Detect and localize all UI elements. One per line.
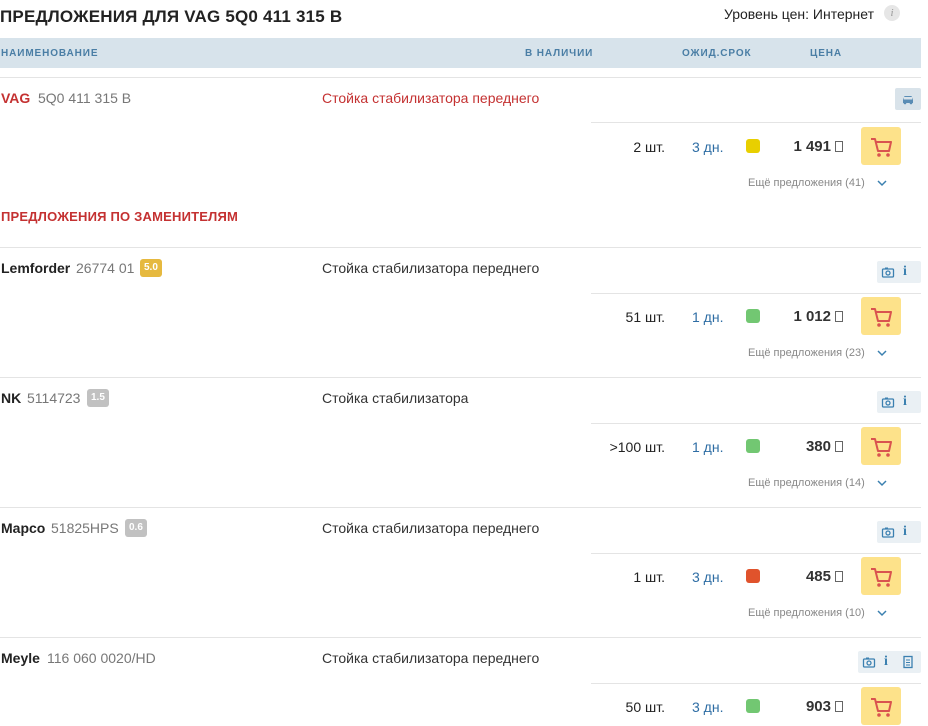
product-brand[interactable]: NK [1, 390, 21, 406]
more-offers-link[interactable]: Ещё предложения (14) [748, 477, 865, 489]
offer-row: 51 шт. 1 дн. 1 012 Ещё предложения (23) [591, 295, 921, 359]
product-description: Стойка стабилизатора переднего [322, 520, 540, 536]
offer-delivery-days: 3 дн. [692, 699, 724, 715]
offer-quantity: >100 шт. [609, 439, 665, 455]
column-name-header[interactable]: НАИМЕНОВАНИЕ [1, 48, 98, 59]
product-brand[interactable]: Meyle [1, 650, 40, 666]
product-article[interactable]: 26774 01 [76, 260, 134, 276]
offer-price: 1 491 [793, 138, 831, 155]
product-description: Стойка стабилизатора [322, 390, 469, 406]
product-tools: i [877, 521, 921, 543]
car-icon[interactable] [901, 92, 915, 106]
ruble-icon [835, 311, 843, 322]
offer-delivery-days: 3 дн. [692, 139, 724, 155]
section-title-substitutes: ПРЕДЛОЖЕНИЯ ПО ЗАМЕНИТЕЛЯМ [1, 209, 239, 224]
product-article[interactable]: 51825HPS [51, 520, 119, 536]
ruble-icon [835, 571, 843, 582]
page-title: ПРЕДЛОЖЕНИЯ ДЛЯ VAG 5Q0 411 315 B [0, 7, 343, 26]
offer-divider [591, 683, 921, 684]
product-brand[interactable]: Lemforder [1, 260, 70, 276]
product-tools: i [858, 651, 921, 673]
ruble-icon [835, 441, 843, 452]
cart-icon [871, 308, 892, 327]
chevron-down-icon[interactable] [875, 346, 889, 360]
column-stock-header[interactable]: В НАЛИЧИИ [525, 48, 593, 59]
camera-icon[interactable] [881, 265, 895, 279]
offer-divider [591, 553, 921, 554]
offer-quantity: 51 шт. [625, 309, 665, 325]
info-icon[interactable]: i [903, 261, 907, 283]
offer-row: 50 шт. 3 дн. 903 [591, 685, 921, 726]
stock-status-indicator [746, 309, 760, 323]
offer-divider [591, 122, 921, 123]
table-header: НАИМЕНОВАНИЕ В НАЛИЧИИ ОЖИД.СРОК ЦЕНА [0, 38, 921, 68]
product-article[interactable]: 116 060 0020/HD [47, 650, 156, 666]
product-tools [895, 88, 921, 110]
more-offers-link[interactable]: Ещё предложения (10) [748, 607, 865, 619]
price-level-selector[interactable]: Уровень цен: Интернет [724, 6, 874, 22]
stock-status-indicator [746, 569, 760, 583]
add-to-cart-button[interactable] [861, 557, 901, 595]
product-brand[interactable]: VAG [1, 90, 30, 106]
camera-icon[interactable] [881, 525, 895, 539]
page-header: ПРЕДЛОЖЕНИЯ ДЛЯ VAG 5Q0 411 315 B Уровен… [0, 0, 928, 38]
add-to-cart-button[interactable] [861, 297, 901, 335]
column-wait-header[interactable]: ОЖИД.СРОК [682, 48, 752, 59]
offer-row: 2 шт. 3 дн. 1 491 Ещё предложения (41) [591, 125, 921, 189]
product-description: Стойка стабилизатора переднего [322, 650, 540, 666]
product-description: Стойка стабилизатора переднего [322, 90, 540, 106]
add-to-cart-button[interactable] [861, 427, 901, 465]
offer-divider [591, 423, 921, 424]
more-offers-link[interactable]: Ещё предложения (41) [748, 177, 865, 189]
brand-rating-badge: 1.5 [87, 389, 109, 407]
product-article[interactable]: 5114723 [27, 390, 80, 406]
brand-rating-badge: 0.6 [125, 519, 147, 537]
offer-price: 485 [805, 568, 831, 585]
add-to-cart-button[interactable] [861, 687, 901, 725]
stock-status-indicator [746, 139, 760, 153]
stock-status-indicator [746, 699, 760, 713]
offer-row: 1 шт. 3 дн. 485 Ещё предложения (10) [591, 555, 921, 619]
info-circle-icon[interactable]: i [884, 5, 900, 21]
ruble-icon [835, 701, 843, 712]
product-tools: i [877, 391, 921, 413]
product-description: Стойка стабилизатора переднего [322, 260, 540, 276]
offer-delivery-days: 1 дн. [692, 309, 724, 325]
cart-icon [871, 698, 892, 717]
more-offers-link[interactable]: Ещё предложения (23) [748, 347, 865, 359]
cart-icon [871, 438, 892, 457]
cart-icon [871, 138, 892, 157]
info-icon[interactable]: i [884, 651, 888, 673]
offer-delivery-days: 3 дн. [692, 569, 724, 585]
chevron-down-icon[interactable] [875, 606, 889, 620]
product-article[interactable]: 5Q0 411 315 B [38, 90, 131, 106]
product-brand[interactable]: Mapco [1, 520, 45, 536]
stock-status-indicator [746, 439, 760, 453]
camera-icon[interactable] [862, 655, 876, 669]
chevron-down-icon[interactable] [875, 476, 889, 490]
offer-price: 903 [805, 698, 831, 715]
column-price-header[interactable]: ЦЕНА [810, 48, 842, 59]
offer-price: 1 012 [793, 308, 831, 325]
offer-price: 380 [805, 438, 831, 455]
cart-icon [871, 568, 892, 587]
offer-quantity: 2 шт. [633, 139, 665, 155]
offer-divider [591, 293, 921, 294]
brand-rating-badge: 5.0 [140, 259, 162, 277]
info-icon[interactable]: i [903, 391, 907, 413]
offer-quantity: 50 шт. [625, 699, 665, 715]
info-icon[interactable]: i [903, 521, 907, 543]
chevron-down-icon[interactable] [875, 176, 889, 190]
add-to-cart-button[interactable] [861, 127, 901, 165]
offer-row: >100 шт. 1 дн. 380 Ещё предложения (14) [591, 425, 921, 489]
product-tools: i [877, 261, 921, 283]
offer-quantity: 1 шт. [633, 569, 665, 585]
ruble-icon [835, 141, 843, 152]
camera-icon[interactable] [881, 395, 895, 409]
offer-delivery-days: 1 дн. [692, 439, 724, 455]
document-icon[interactable] [901, 655, 915, 669]
